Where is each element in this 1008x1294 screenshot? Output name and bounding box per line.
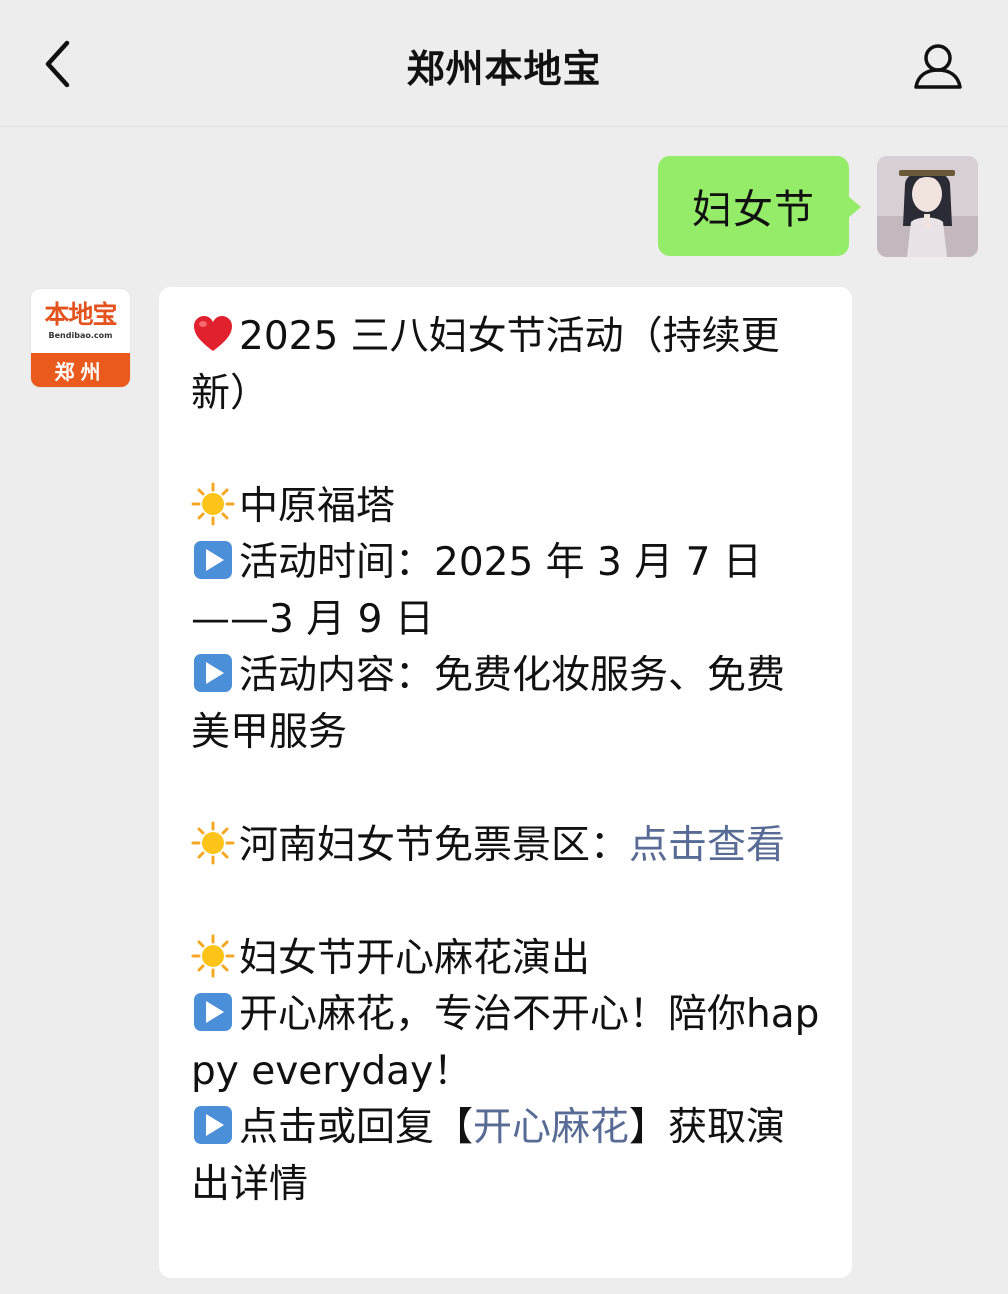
- message-heading: 2025 三八妇女节活动（持续更新）: [191, 314, 780, 416]
- profile-button[interactable]: [906, 36, 970, 96]
- sun-icon: [191, 482, 235, 525]
- section2-line: 河南妇女节免票景区：点击查看: [191, 818, 822, 875]
- section3-title-line: 妇女节开心麻花演出: [191, 931, 822, 988]
- user-avatar-image: [877, 156, 978, 257]
- chat-header: 郑州本地宝: [0, 0, 1008, 127]
- section3-reply-line: 点击或回复【开心麻花】获取演出详情: [191, 1100, 822, 1213]
- section3-text: 开心麻花，专治不开心！陪你happy everyday！: [191, 992, 820, 1094]
- red-heart-icon: [194, 316, 232, 351]
- user-avatar[interactable]: [877, 156, 978, 257]
- view-details-link[interactable]: 点击查看: [629, 823, 785, 868]
- sun-icon: [191, 821, 235, 864]
- person-icon: [914, 44, 962, 89]
- section1-content: 活动内容：免费化妆服务、免费美甲服务: [191, 653, 786, 755]
- incoming-message-bubble[interactable]: 2025 三八妇女节活动（持续更新） 中原福塔 活动时间：2025 年 3 月 …: [159, 287, 852, 1278]
- section1-title-line: 中原福塔: [191, 479, 822, 536]
- message-heading-line: 2025 三八妇女节活动（持续更新）: [191, 309, 822, 422]
- section1-time: 活动时间：2025 年 3 月 7 日——3 月 9 日: [191, 540, 762, 642]
- official-account-avatar[interactable]: 本地宝 Bendibao.com 郑州: [30, 288, 131, 388]
- logo-subtext: Bendibao.com: [48, 331, 113, 340]
- section2-title: 河南妇女节免票景区：: [239, 822, 630, 868]
- section1-title: 中原福塔: [239, 483, 396, 529]
- outgoing-message-text: 妇女节: [692, 187, 815, 233]
- play-button-icon: [194, 541, 232, 579]
- section3-line1: 开心麻花，专治不开心！陪你happy everyday！: [191, 987, 822, 1100]
- reply-prefix: 点击或回复【: [239, 1105, 474, 1150]
- section3-title: 妇女节开心麻花演出: [239, 935, 591, 981]
- chat-title: 郑州本地宝: [406, 47, 602, 91]
- play-button-icon: [194, 654, 232, 692]
- section1-time-line: 活动时间：2025 年 3 月 7 日——3 月 9 日: [191, 535, 822, 648]
- play-button-icon: [194, 993, 232, 1031]
- section1-content-line: 活动内容：免费化妆服务、免费美甲服务: [191, 648, 822, 761]
- sun-icon: [191, 934, 235, 977]
- happy-mahua-link[interactable]: 开心麻花: [473, 1105, 629, 1150]
- logo-city: 郑州: [31, 353, 130, 387]
- logo-text: 本地宝: [44, 300, 117, 329]
- play-button-icon: [194, 1106, 232, 1144]
- brand-logo: 本地宝 Bendibao.com: [31, 289, 130, 353]
- outgoing-message-bubble[interactable]: 妇女节: [658, 156, 861, 256]
